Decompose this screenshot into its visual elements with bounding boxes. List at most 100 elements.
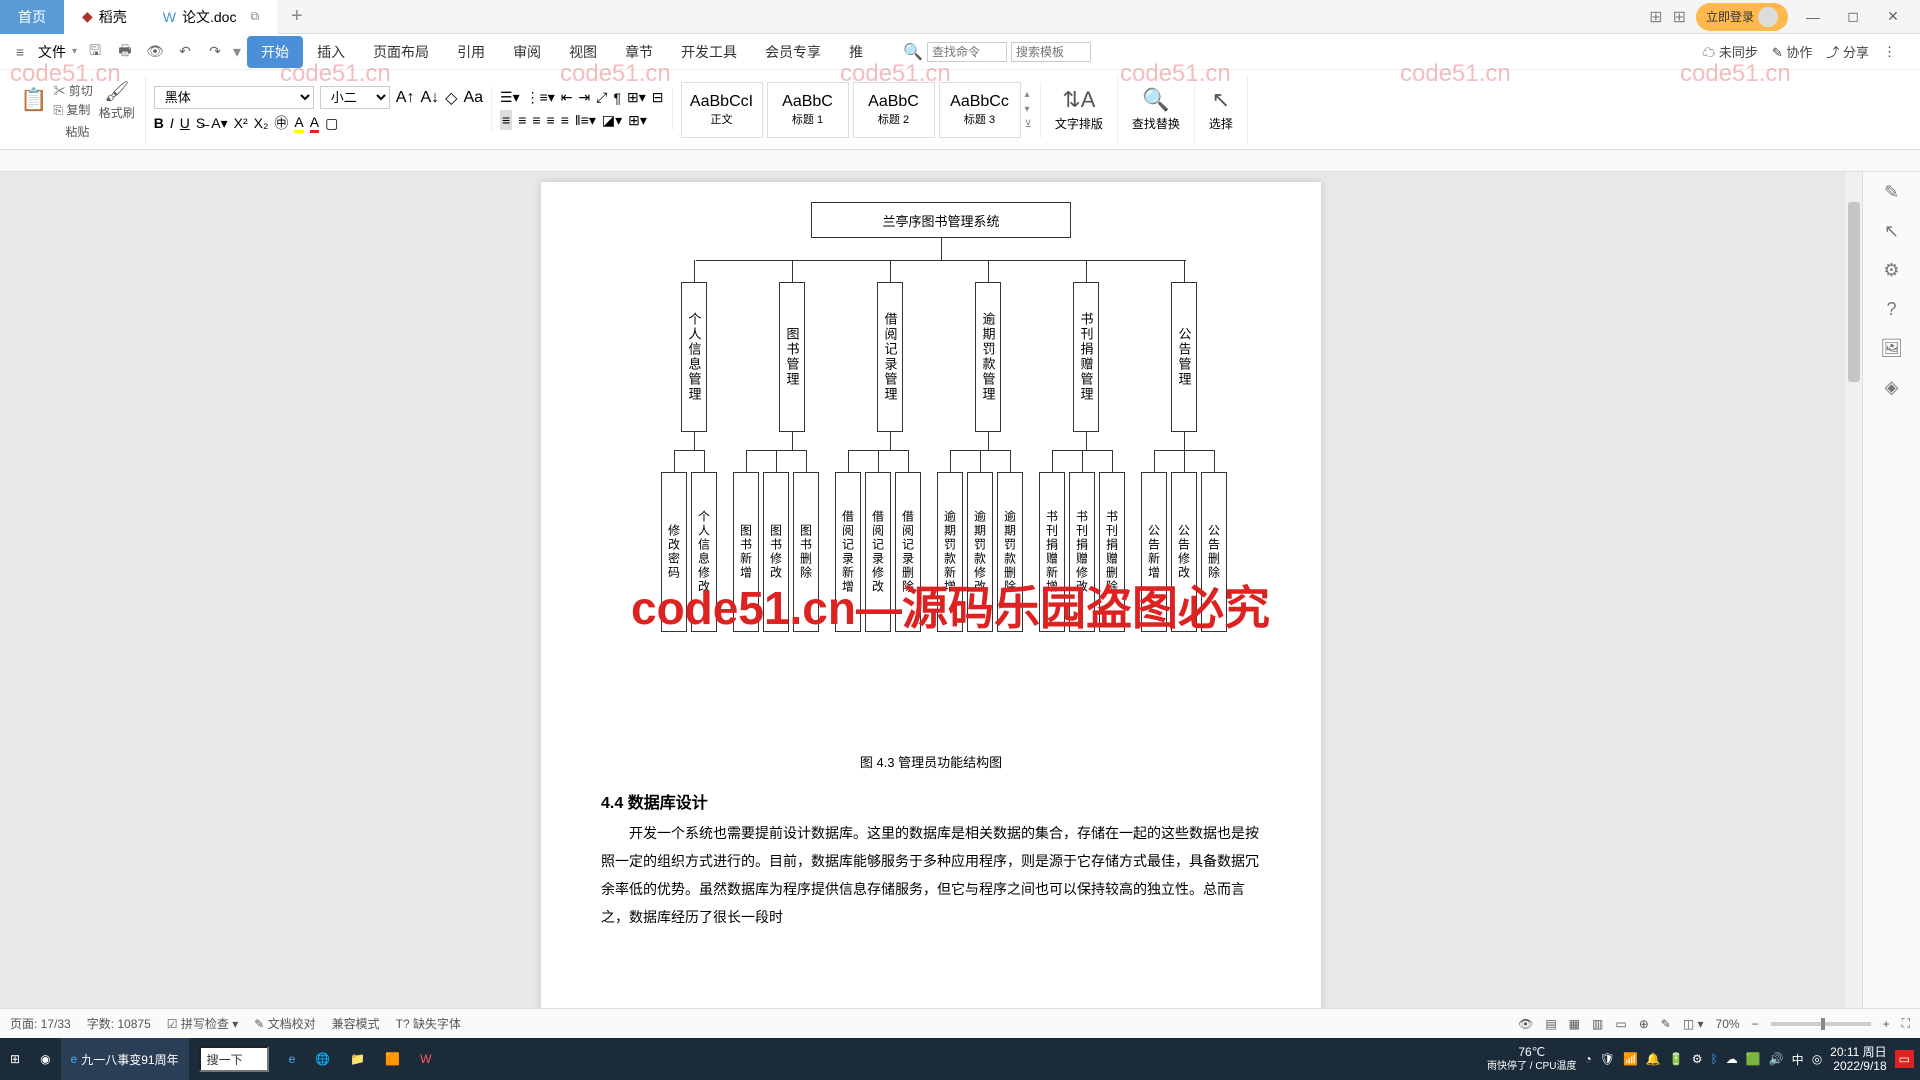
more-icon[interactable]: ⋮	[1883, 44, 1896, 60]
image-icon[interactable]: 🖼	[1880, 338, 1903, 359]
copy-button[interactable]: ⎘ 复制	[53, 101, 92, 118]
tool-icon[interactable]: ◈	[1885, 377, 1899, 398]
proof-button[interactable]: ✎ 文档校对	[254, 1015, 315, 1032]
close-icon[interactable]: ✕	[1878, 8, 1908, 25]
minimize-icon[interactable]: —	[1798, 9, 1828, 25]
italic-button[interactable]: I	[170, 115, 174, 131]
tab-docke[interactable]: ◆稻壳	[64, 0, 145, 34]
view-outline-icon[interactable]: ▦	[1569, 1017, 1580, 1031]
bullet-list-icon[interactable]: ☰▾	[500, 89, 520, 106]
edit-icon[interactable]: ✎	[1661, 1017, 1671, 1031]
menu-icon[interactable]: ≡	[8, 40, 32, 64]
browser-task[interactable]: e九一八事变91周年	[61, 1038, 189, 1080]
find-replace-button[interactable]: 🔍查找替换	[1118, 75, 1195, 145]
zoom-out-icon[interactable]: −	[1752, 1017, 1759, 1031]
subscript-button[interactable]: X₂	[254, 115, 269, 131]
tab-document[interactable]: W论文.doc⧉	[145, 0, 277, 34]
menu-7[interactable]: 开发工具	[667, 36, 751, 68]
undo-icon[interactable]: ↶	[173, 40, 197, 64]
tray-icon[interactable]: 🔋	[1669, 1052, 1684, 1066]
line-spacing-icon[interactable]: ‖≡▾	[575, 112, 596, 129]
start-button[interactable]: ⊞	[0, 1038, 30, 1080]
highlight-button[interactable]: A	[294, 114, 303, 133]
collab-button[interactable]: ✎ 协作	[1772, 42, 1813, 61]
page-indicator[interactable]: 页面: 17/33	[10, 1015, 71, 1032]
share-button[interactable]: ⤴ 分享	[1826, 42, 1869, 61]
notification-icon[interactable]: ▭	[1895, 1050, 1914, 1068]
ime-icon[interactable]: 中	[1792, 1051, 1804, 1068]
taskbar-search[interactable]	[199, 1046, 269, 1072]
search-task[interactable]	[189, 1038, 279, 1080]
menu-2[interactable]: 页面布局	[359, 36, 443, 68]
zoom-in-icon[interactable]: +	[1883, 1017, 1890, 1031]
bold-button[interactable]: B	[154, 115, 164, 131]
print-icon[interactable]: 🖶	[113, 40, 137, 64]
menu-4[interactable]: 审阅	[499, 36, 555, 68]
clear-format-icon[interactable]: ◇	[445, 88, 457, 108]
cloud-icon[interactable]: ☁ 未同步	[1702, 42, 1758, 61]
align-center-icon[interactable]: ≡	[518, 112, 526, 128]
word-count[interactable]: 字数: 10875	[87, 1015, 151, 1032]
indent-inc-icon[interactable]: ⇥	[579, 89, 591, 106]
scroll-thumb[interactable]	[1848, 202, 1860, 382]
font-size-select[interactable]: 小二	[320, 86, 390, 109]
tray-icon[interactable]: ☁	[1726, 1052, 1738, 1066]
preview-icon[interactable]: 👁	[143, 40, 167, 64]
style-item-1[interactable]: AaBbC标题 1	[767, 82, 849, 138]
underline-button[interactable]: U	[180, 115, 190, 131]
wps-icon[interactable]: W	[410, 1038, 441, 1080]
explorer-icon[interactable]: 📁	[340, 1038, 375, 1080]
tray-icon[interactable]: 🟩	[1746, 1052, 1761, 1066]
fit-icon[interactable]: ◫ ▾	[1683, 1017, 1704, 1031]
view-read-icon[interactable]: ▭	[1615, 1017, 1626, 1031]
grow-font-icon[interactable]: A↑	[396, 89, 415, 107]
show-marks-icon[interactable]: ¶	[613, 90, 621, 106]
phonetic-button[interactable]: ㊥	[274, 113, 288, 133]
table-icon[interactable]: ⊞▾	[628, 112, 647, 129]
font-family-select[interactable]: 黑体	[154, 86, 314, 109]
scrollbar[interactable]	[1846, 172, 1862, 1008]
tab-home[interactable]: 首页	[0, 0, 64, 34]
login-button[interactable]: 立即登录	[1696, 3, 1788, 31]
tray-icon[interactable]: 📶	[1623, 1052, 1638, 1066]
tray-icon[interactable]: 🔔	[1646, 1052, 1661, 1066]
sort-icon[interactable]: ⤢	[596, 89, 607, 106]
missing-font[interactable]: T? 缺失字体	[396, 1015, 461, 1032]
text-layout-button[interactable]: ⇅A文字排版	[1041, 75, 1118, 145]
font-dropdown[interactable]: A▾	[211, 115, 227, 132]
search-template-input[interactable]	[1011, 42, 1091, 62]
align-justify-icon[interactable]: ≡	[547, 112, 555, 128]
tray-icon[interactable]: 🛡	[1600, 1052, 1615, 1066]
help-icon[interactable]: ?	[1886, 299, 1896, 320]
settings-icon[interactable]: ⚙	[1883, 260, 1899, 281]
chrome-icon[interactable]: 🌐	[305, 1038, 340, 1080]
tray-icon[interactable]: ⚙	[1692, 1052, 1703, 1066]
cursor-icon[interactable]: ↖	[1884, 221, 1899, 242]
spell-check[interactable]: ☑ 拼写检查 ▾	[167, 1015, 238, 1032]
style-item-3[interactable]: AaBbCc标题 3	[939, 82, 1021, 138]
tab-dup-icon[interactable]: ⧉	[250, 9, 259, 24]
strike-button[interactable]: S̶	[196, 115, 205, 131]
layout-icon[interactable]: ⊞	[1649, 7, 1662, 27]
border-icon[interactable]: ⊞▾	[627, 89, 646, 106]
menu-0[interactable]: 开始	[247, 36, 303, 68]
style-more-icon[interactable]: ⊻	[1025, 119, 1032, 130]
align-left-icon[interactable]: ≡	[500, 110, 512, 130]
indent-dec-icon[interactable]: ⇤	[561, 89, 573, 106]
shading-icon[interactable]: ◪▾	[602, 112, 622, 129]
menu-5[interactable]: 视图	[555, 36, 611, 68]
superscript-button[interactable]: X²	[234, 115, 248, 131]
weather-widget[interactable]: 76℃雨快停了 / CPU温度	[1487, 1046, 1576, 1072]
align-right-icon[interactable]: ≡	[532, 112, 540, 128]
shrink-font-icon[interactable]: A↓	[420, 89, 439, 107]
view-web-icon[interactable]: ▥	[1592, 1017, 1603, 1031]
tab-icon[interactable]: ⊟	[652, 89, 664, 106]
style-down-icon[interactable]: ▾	[1025, 104, 1032, 115]
grid-icon[interactable]: ⊞	[1673, 7, 1686, 27]
zoom-slider[interactable]	[1771, 1022, 1871, 1026]
tab-new[interactable]: +	[277, 5, 317, 28]
view-page-icon[interactable]: ▤	[1545, 1017, 1556, 1031]
select-button[interactable]: ↖选择	[1195, 75, 1248, 145]
search-cmd-input[interactable]	[927, 42, 1007, 62]
menu-1[interactable]: 插入	[303, 36, 359, 68]
